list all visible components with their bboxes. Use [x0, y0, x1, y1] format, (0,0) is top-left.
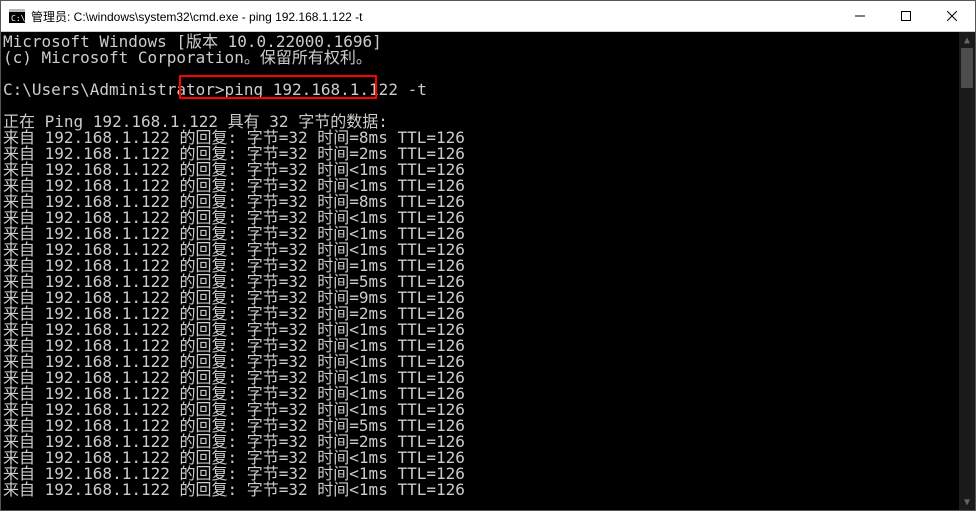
- terminal-output[interactable]: Microsoft Windows [版本 10.0.22000.1696](c…: [1, 32, 959, 510]
- terminal-line: 来自 192.168.1.122 的回复: 字节=32 时间<1ms TTL=1…: [3, 482, 959, 498]
- scrollbar-thumb[interactable]: [961, 48, 973, 88]
- close-button[interactable]: [929, 1, 975, 31]
- minimize-button[interactable]: [837, 1, 883, 31]
- terminal-line: (c) Microsoft Corporation。保留所有权利。: [3, 50, 959, 66]
- scrollbar[interactable]: ▲ ▼: [959, 32, 975, 510]
- titlebar[interactable]: C:\ 管理员: C:\windows\system32\cmd.exe - p…: [1, 1, 975, 32]
- terminal-line: C:\Users\Administrator>ping 192.168.1.12…: [3, 82, 959, 98]
- window-title: 管理员: C:\windows\system32\cmd.exe - ping …: [31, 8, 362, 25]
- cmd-window: C:\ 管理员: C:\windows\system32\cmd.exe - p…: [0, 0, 976, 511]
- maximize-button[interactable]: [883, 1, 929, 31]
- cmd-icon: C:\: [9, 9, 25, 23]
- terminal-area: Microsoft Windows [版本 10.0.22000.1696](c…: [1, 32, 975, 510]
- scroll-down-icon[interactable]: ▼: [959, 494, 975, 510]
- scroll-up-icon[interactable]: ▲: [959, 32, 975, 48]
- svg-text:C:\: C:\: [11, 14, 25, 23]
- scrollbar-track[interactable]: [959, 48, 975, 494]
